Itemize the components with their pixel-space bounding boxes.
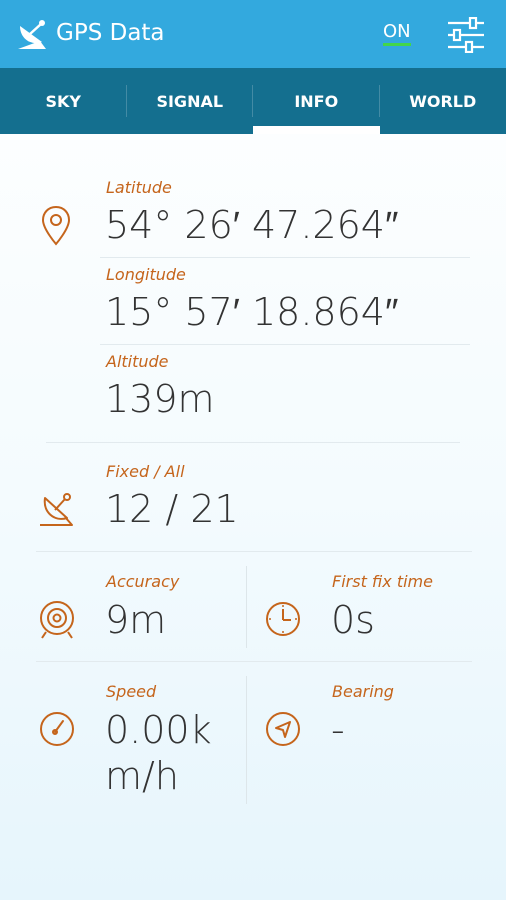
first-fix-label: First fix time — [332, 572, 433, 591]
clock-icon — [266, 602, 300, 636]
accuracy-label: Accuracy — [106, 572, 180, 591]
column-divider — [246, 566, 247, 648]
altitude-value: 139m — [105, 377, 215, 421]
bearing-label: Bearing — [332, 682, 394, 701]
map-pin-icon — [41, 205, 71, 246]
compass-arrow-icon — [266, 712, 300, 746]
gps-on-toggle[interactable]: ON — [383, 22, 411, 46]
tab-label: WORLD — [409, 91, 477, 111]
divider — [100, 257, 470, 258]
latitude-label: Latitude — [106, 178, 172, 197]
speedometer-icon — [40, 712, 74, 746]
divider — [36, 661, 472, 662]
divider — [36, 551, 472, 552]
tab-world[interactable]: WORLD — [380, 68, 506, 134]
tab-label: INFO — [294, 91, 339, 111]
app-title: GPS Data — [56, 20, 165, 46]
tab-label: SIGNAL — [156, 91, 224, 111]
sliders-icon[interactable] — [446, 17, 486, 53]
satellite-dish-icon — [18, 20, 46, 49]
latitude-value: 54° 26′ 47.264″ — [105, 203, 399, 247]
divider — [46, 442, 460, 443]
target-icon — [40, 601, 74, 639]
fixed-all-value: 12 / 21 — [105, 487, 239, 531]
bearing-value: - — [331, 708, 345, 752]
longitude-value: 15° 57′ 18.864″ — [105, 290, 399, 334]
speed-value-unit: m/h — [105, 754, 179, 798]
altitude-label: Altitude — [106, 352, 169, 371]
speed-label: Speed — [106, 682, 157, 701]
column-divider — [246, 676, 247, 804]
tab-info[interactable]: INFO — [253, 68, 380, 134]
app-bar: GPS Data ON — [0, 0, 506, 68]
fixed-all-label: Fixed / All — [106, 462, 185, 481]
tab-signal[interactable]: SIGNAL — [127, 68, 253, 134]
tab-sky[interactable]: SKY — [0, 68, 127, 134]
longitude-label: Longitude — [106, 265, 186, 284]
first-fix-value: 0s — [331, 598, 375, 642]
tab-bar: SKY SIGNAL INFO WORLD — [0, 68, 506, 134]
divider — [100, 344, 470, 345]
satellite-dish-icon — [40, 493, 73, 526]
tab-label: SKY — [45, 91, 81, 111]
accuracy-value: 9m — [105, 598, 167, 642]
speed-value: 0.00k — [105, 708, 212, 752]
